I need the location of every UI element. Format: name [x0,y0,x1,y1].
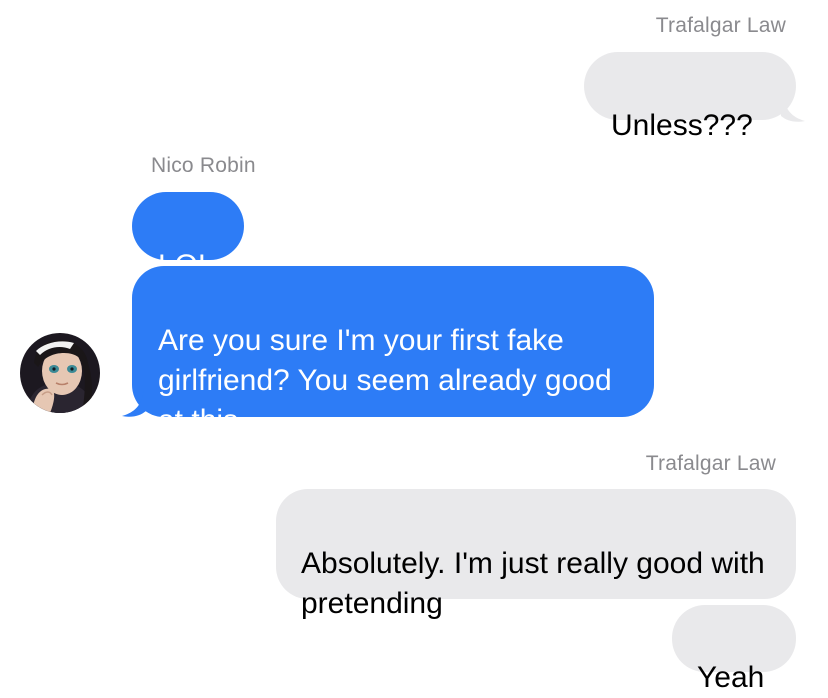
message-bubble-incoming[interactable]: LOL [132,192,244,282]
message-text: Unless??? [611,109,753,142]
message-bubble-outgoing[interactable]: Unless??? [584,52,796,142]
message-bubble-outgoing[interactable]: Yeah [672,605,796,694]
sender-label-nico-robin: Nico Robin [151,154,256,177]
message-bubble-incoming[interactable]: Are you sure I'm your first fake girlfri… [132,266,654,437]
bubble-tail [781,95,805,122]
sender-label-trafalgar-law: Trafalgar Law [655,14,786,37]
message-text: Are you sure I'm your first fake girlfri… [158,324,612,437]
message-bubble-outgoing[interactable]: Absolutely. I'm just really good with pr… [276,489,796,620]
sender-label-trafalgar-law: Trafalgar Law [645,452,776,475]
bubble-tail [122,390,146,417]
avatar-portrait-icon [20,333,100,413]
message-text: Yeah [697,661,765,694]
contact-avatar[interactable] [20,333,100,413]
